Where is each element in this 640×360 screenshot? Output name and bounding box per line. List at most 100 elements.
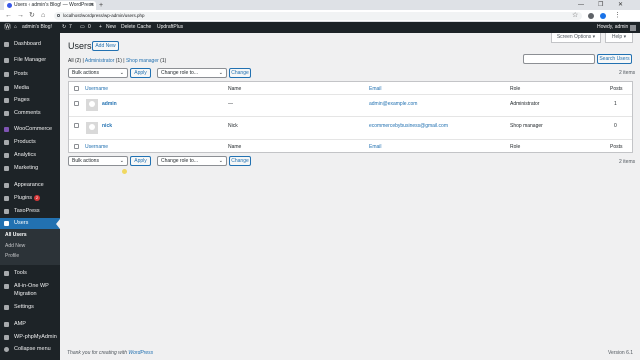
sidebar-item-appearance[interactable]: Appearance — [0, 180, 60, 191]
column-name[interactable]: Name — [228, 144, 241, 150]
plugins-update-badge: 2 — [34, 195, 41, 201]
sidebar-item-products[interactable]: Products — [0, 137, 60, 148]
site-name-link[interactable]: admin's Blog! — [22, 22, 52, 33]
apply-button[interactable]: Apply — [130, 68, 151, 78]
sidebar-item-migration-line2[interactable]: Migration — [0, 289, 60, 300]
posts-count[interactable]: 0 — [614, 123, 617, 129]
bulk-actions-select-bottom[interactable]: Bulk actions ⌄ — [68, 156, 128, 166]
updates-icon[interactable]: ↻ — [62, 22, 66, 33]
help-button[interactable]: Help ▾ — [605, 33, 633, 43]
comments-count[interactable]: 0 — [88, 22, 91, 33]
apply-button-bottom[interactable]: Apply — [130, 156, 151, 166]
select-all-checkbox[interactable] — [74, 86, 79, 91]
column-email[interactable]: Email — [369, 86, 382, 92]
sidebar-item-label: Appearance — [14, 182, 44, 188]
updraftplus-link[interactable]: UpdraftPlus — [157, 22, 183, 33]
home-icon[interactable]: ⌂ — [41, 10, 45, 22]
column-posts[interactable]: Posts — [610, 144, 623, 150]
browser-tab[interactable]: Users ‹ admin's Blog! — WordPress ✕ — [4, 1, 96, 10]
page-title: Users — [68, 41, 92, 51]
column-username[interactable]: Username — [85, 86, 108, 92]
delete-cache-link[interactable]: Delete Cache — [121, 22, 151, 33]
sidebar-item-plugins[interactable]: Plugins 2 — [0, 193, 60, 204]
submenu-profile[interactable]: Profile — [0, 251, 60, 261]
sidebar-item-woocommerce[interactable]: WooCommerce — [0, 124, 60, 135]
filter-shop-manager[interactable]: Shop manager — [126, 58, 159, 64]
new-tab-icon[interactable]: + — [99, 1, 103, 10]
user-search-input[interactable] — [523, 54, 595, 64]
bulk-actions-select[interactable]: Bulk actions ⌄ — [68, 68, 128, 78]
sidebar-item-users[interactable]: Users — [0, 218, 60, 229]
admin-sidebar: Dashboard File Manager Posts Media Pages… — [0, 33, 60, 360]
avatar[interactable] — [630, 25, 636, 31]
row-checkbox[interactable] — [74, 123, 79, 128]
column-name[interactable]: Name — [228, 86, 241, 92]
maximize-icon[interactable]: ❐ — [598, 0, 603, 10]
email-link[interactable]: admin@example.com — [369, 101, 417, 107]
row-checkbox[interactable] — [74, 101, 79, 106]
reload-icon[interactable]: ↻ — [29, 10, 35, 22]
dashboard-icon — [4, 42, 9, 47]
sidebar-item-label: Pages — [14, 97, 30, 103]
close-tab-icon[interactable]: ✕ — [90, 1, 94, 10]
comments-icon[interactable]: ▭ — [80, 22, 85, 33]
collapse-menu-button[interactable]: Collapse menu — [0, 344, 60, 355]
new-content-link[interactable]: New — [106, 22, 116, 33]
column-posts[interactable]: Posts — [610, 86, 623, 92]
wrench-icon — [4, 271, 9, 276]
forward-icon[interactable]: → — [17, 10, 24, 22]
sidebar-item-file-manager[interactable]: File Manager — [0, 55, 60, 66]
filter-administrator[interactable]: Administrator — [85, 58, 114, 64]
sidebar-item-dashboard[interactable]: Dashboard — [0, 39, 60, 50]
updates-count[interactable]: 7 — [69, 22, 72, 33]
sidebar-item-label: Products — [14, 139, 36, 145]
avatar — [86, 99, 98, 111]
username-link[interactable]: admin — [102, 101, 117, 107]
back-icon[interactable]: ← — [5, 10, 12, 22]
screen-options-button[interactable]: Screen Options ▾ — [551, 33, 601, 43]
wordpress-logo-icon[interactable]: Ⓦ — [4, 22, 11, 33]
sidebar-item-pages[interactable]: Pages — [0, 95, 60, 106]
email-link[interactable]: ecommercebybusiness@gmail.com — [369, 123, 448, 129]
sidebar-item-settings[interactable]: Settings — [0, 302, 60, 313]
close-window-icon[interactable]: ✕ — [618, 0, 623, 10]
change-role-button[interactable]: Change — [229, 68, 251, 78]
minimize-icon[interactable]: — — [578, 0, 584, 10]
users-icon — [4, 221, 9, 226]
add-new-user-button[interactable]: Add New — [92, 41, 119, 51]
wordpress-link[interactable]: WordPress — [128, 350, 153, 356]
submenu-all-users[interactable]: All Users — [0, 230, 60, 240]
browser-toolbar: ← → ↻ ⌂ localhost/wordpress/wp-admin/use… — [0, 10, 640, 22]
address-bar[interactable]: localhost/wordpress/wp-admin/users.php — [54, 12, 582, 20]
sidebar-item-taxopress[interactable]: TaxoPress — [0, 206, 60, 217]
filter-all[interactable]: All — [68, 58, 74, 64]
change-role-select[interactable]: Change role to... ⌄ — [157, 68, 227, 78]
sidebar-item-amp[interactable]: AMP — [0, 319, 60, 330]
sidebar-item-wp-phpmyadmin[interactable]: WP-phpMyAdmin — [0, 332, 60, 343]
menu-icon[interactable]: ⋮ — [614, 10, 621, 22]
column-username[interactable]: Username — [85, 144, 108, 150]
sidebar-item-tools[interactable]: Tools — [0, 268, 60, 279]
analytics-icon — [4, 153, 9, 158]
bookmark-star-icon[interactable]: ☆ — [572, 10, 578, 22]
sidebar-item-label: AMP — [14, 321, 26, 327]
select-all-checkbox[interactable] — [74, 144, 79, 149]
username-link[interactable]: nick — [102, 123, 112, 129]
howdy-account-link[interactable]: Howdy, admin — [597, 22, 628, 33]
search-users-button[interactable]: Search Users — [597, 54, 632, 64]
posts-count[interactable]: 1 — [614, 101, 617, 107]
table-header: Username Name Email Role Posts — [69, 82, 632, 95]
url-text: localhost/wordpress/wp-admin/users.php — [63, 13, 145, 18]
extension-icon[interactable] — [588, 13, 594, 19]
submenu-add-new[interactable]: Add New — [0, 241, 60, 251]
chevron-down-icon: ⌄ — [119, 158, 124, 164]
profile-icon[interactable] — [600, 13, 606, 19]
sidebar-item-analytics[interactable]: Analytics — [0, 150, 60, 161]
sidebar-item-media[interactable]: Media — [0, 83, 60, 94]
column-email[interactable]: Email — [369, 144, 382, 150]
change-role-select-bottom[interactable]: Change role to... ⌄ — [157, 156, 227, 166]
sidebar-item-marketing[interactable]: Marketing — [0, 163, 60, 174]
sidebar-item-posts[interactable]: Posts — [0, 69, 60, 80]
change-role-button-bottom[interactable]: Change — [229, 156, 251, 166]
sidebar-item-comments[interactable]: Comments — [0, 108, 60, 119]
